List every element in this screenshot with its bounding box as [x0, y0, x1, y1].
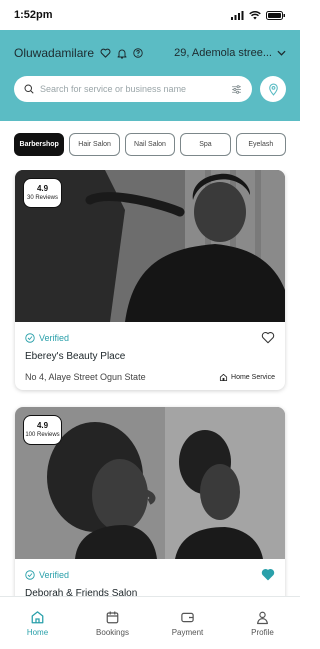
service-label: Home Service — [231, 373, 275, 381]
business-photo: 4.9 30 Reviews — [15, 170, 285, 322]
signal-icon — [231, 10, 244, 20]
home-icon — [31, 610, 44, 623]
help-icon[interactable] — [133, 48, 143, 58]
favorite-heart-outline-icon[interactable] — [261, 331, 275, 344]
chip-spa[interactable]: Spa — [180, 133, 231, 156]
nav-payment[interactable]: Payment — [158, 610, 218, 637]
bell-icon[interactable] — [117, 48, 127, 59]
heart-outline-icon[interactable] — [100, 48, 111, 58]
verified-label: Verified — [39, 569, 70, 580]
search-icon — [24, 84, 34, 94]
rating-badge: 4.9 30 Reviews — [23, 178, 62, 208]
business-photo: 4.9 100 Reviews — [15, 407, 285, 559]
review-count: 100 Reviews — [25, 432, 60, 438]
header: Oluwadamilare 29, Ademola stree... Searc… — [0, 30, 300, 121]
business-name[interactable]: Deborah & Friends Salon — [25, 588, 275, 596]
house-icon — [219, 373, 228, 381]
nav-home-label: Home — [26, 627, 49, 637]
rating-value: 4.9 — [36, 421, 49, 430]
search-placeholder: Search for service or business name — [40, 84, 187, 94]
user-block: Oluwadamilare — [14, 46, 143, 60]
clock: 1:52pm — [14, 9, 53, 21]
map-pin-button[interactable] — [260, 76, 286, 102]
review-count: 30 Reviews — [26, 195, 58, 201]
user-name: Oluwadamilare — [14, 46, 95, 60]
bottom-nav: Home Bookings Payment Profile — [0, 596, 300, 649]
verified-check-icon — [25, 332, 35, 343]
chevron-down-icon — [277, 50, 286, 56]
business-name[interactable]: Eberey's Beauty Place — [25, 351, 275, 362]
verified-badge: Verified — [25, 570, 69, 580]
chip-nail-salon[interactable]: Nail Salon — [124, 133, 176, 156]
favorite-heart-filled-icon[interactable] — [261, 568, 275, 581]
business-card[interactable]: 4.9 30 Reviews Verified Eberey's Beauty … — [15, 170, 285, 390]
wallet-icon — [181, 612, 194, 622]
verified-label: Verified — [39, 332, 70, 343]
user-icon — [257, 611, 268, 624]
rating-value: 4.9 — [36, 184, 49, 193]
home-service-tag: Home Service — [219, 373, 275, 382]
battery-icon — [266, 10, 285, 20]
wifi-icon — [249, 10, 261, 19]
chip-hair-salon[interactable]: Hair Salon — [69, 133, 120, 156]
status-bar: 1:52pm — [0, 0, 300, 30]
verified-check-icon — [25, 569, 35, 580]
nav-payment-label: Payment — [171, 627, 204, 637]
calendar-icon — [106, 611, 119, 623]
filter-icon[interactable] — [231, 84, 242, 95]
nav-profile-label: Profile — [251, 627, 274, 637]
nav-home[interactable]: Home — [8, 610, 68, 637]
business-card[interactable]: 4.9 100 Reviews Verified Deborah & Frien… — [15, 407, 285, 596]
rating-badge: 4.9 100 Reviews — [23, 415, 62, 445]
location-text: 29, Ademola stree... — [174, 47, 272, 59]
business-feed[interactable]: 4.9 30 Reviews Verified Eberey's Beauty … — [0, 170, 300, 596]
category-chips: Barbershop Hair Salon Nail Salon Spa Eye… — [0, 121, 300, 167]
chip-eyelash[interactable]: Eyelash — [235, 133, 287, 156]
business-address: No 4, Alaye Street Ogun State — [25, 372, 146, 382]
status-icons — [231, 10, 286, 20]
map-pin-icon — [268, 83, 278, 96]
search-input[interactable]: Search for service or business name — [14, 76, 252, 102]
nav-profile[interactable]: Profile — [233, 610, 293, 637]
chip-barbershop[interactable]: Barbershop — [14, 133, 65, 156]
nav-bookings[interactable]: Bookings — [83, 610, 143, 637]
nav-bookings-label: Bookings — [96, 627, 129, 637]
location-selector[interactable]: 29, Ademola stree... — [174, 47, 286, 59]
verified-badge: Verified — [25, 333, 69, 343]
